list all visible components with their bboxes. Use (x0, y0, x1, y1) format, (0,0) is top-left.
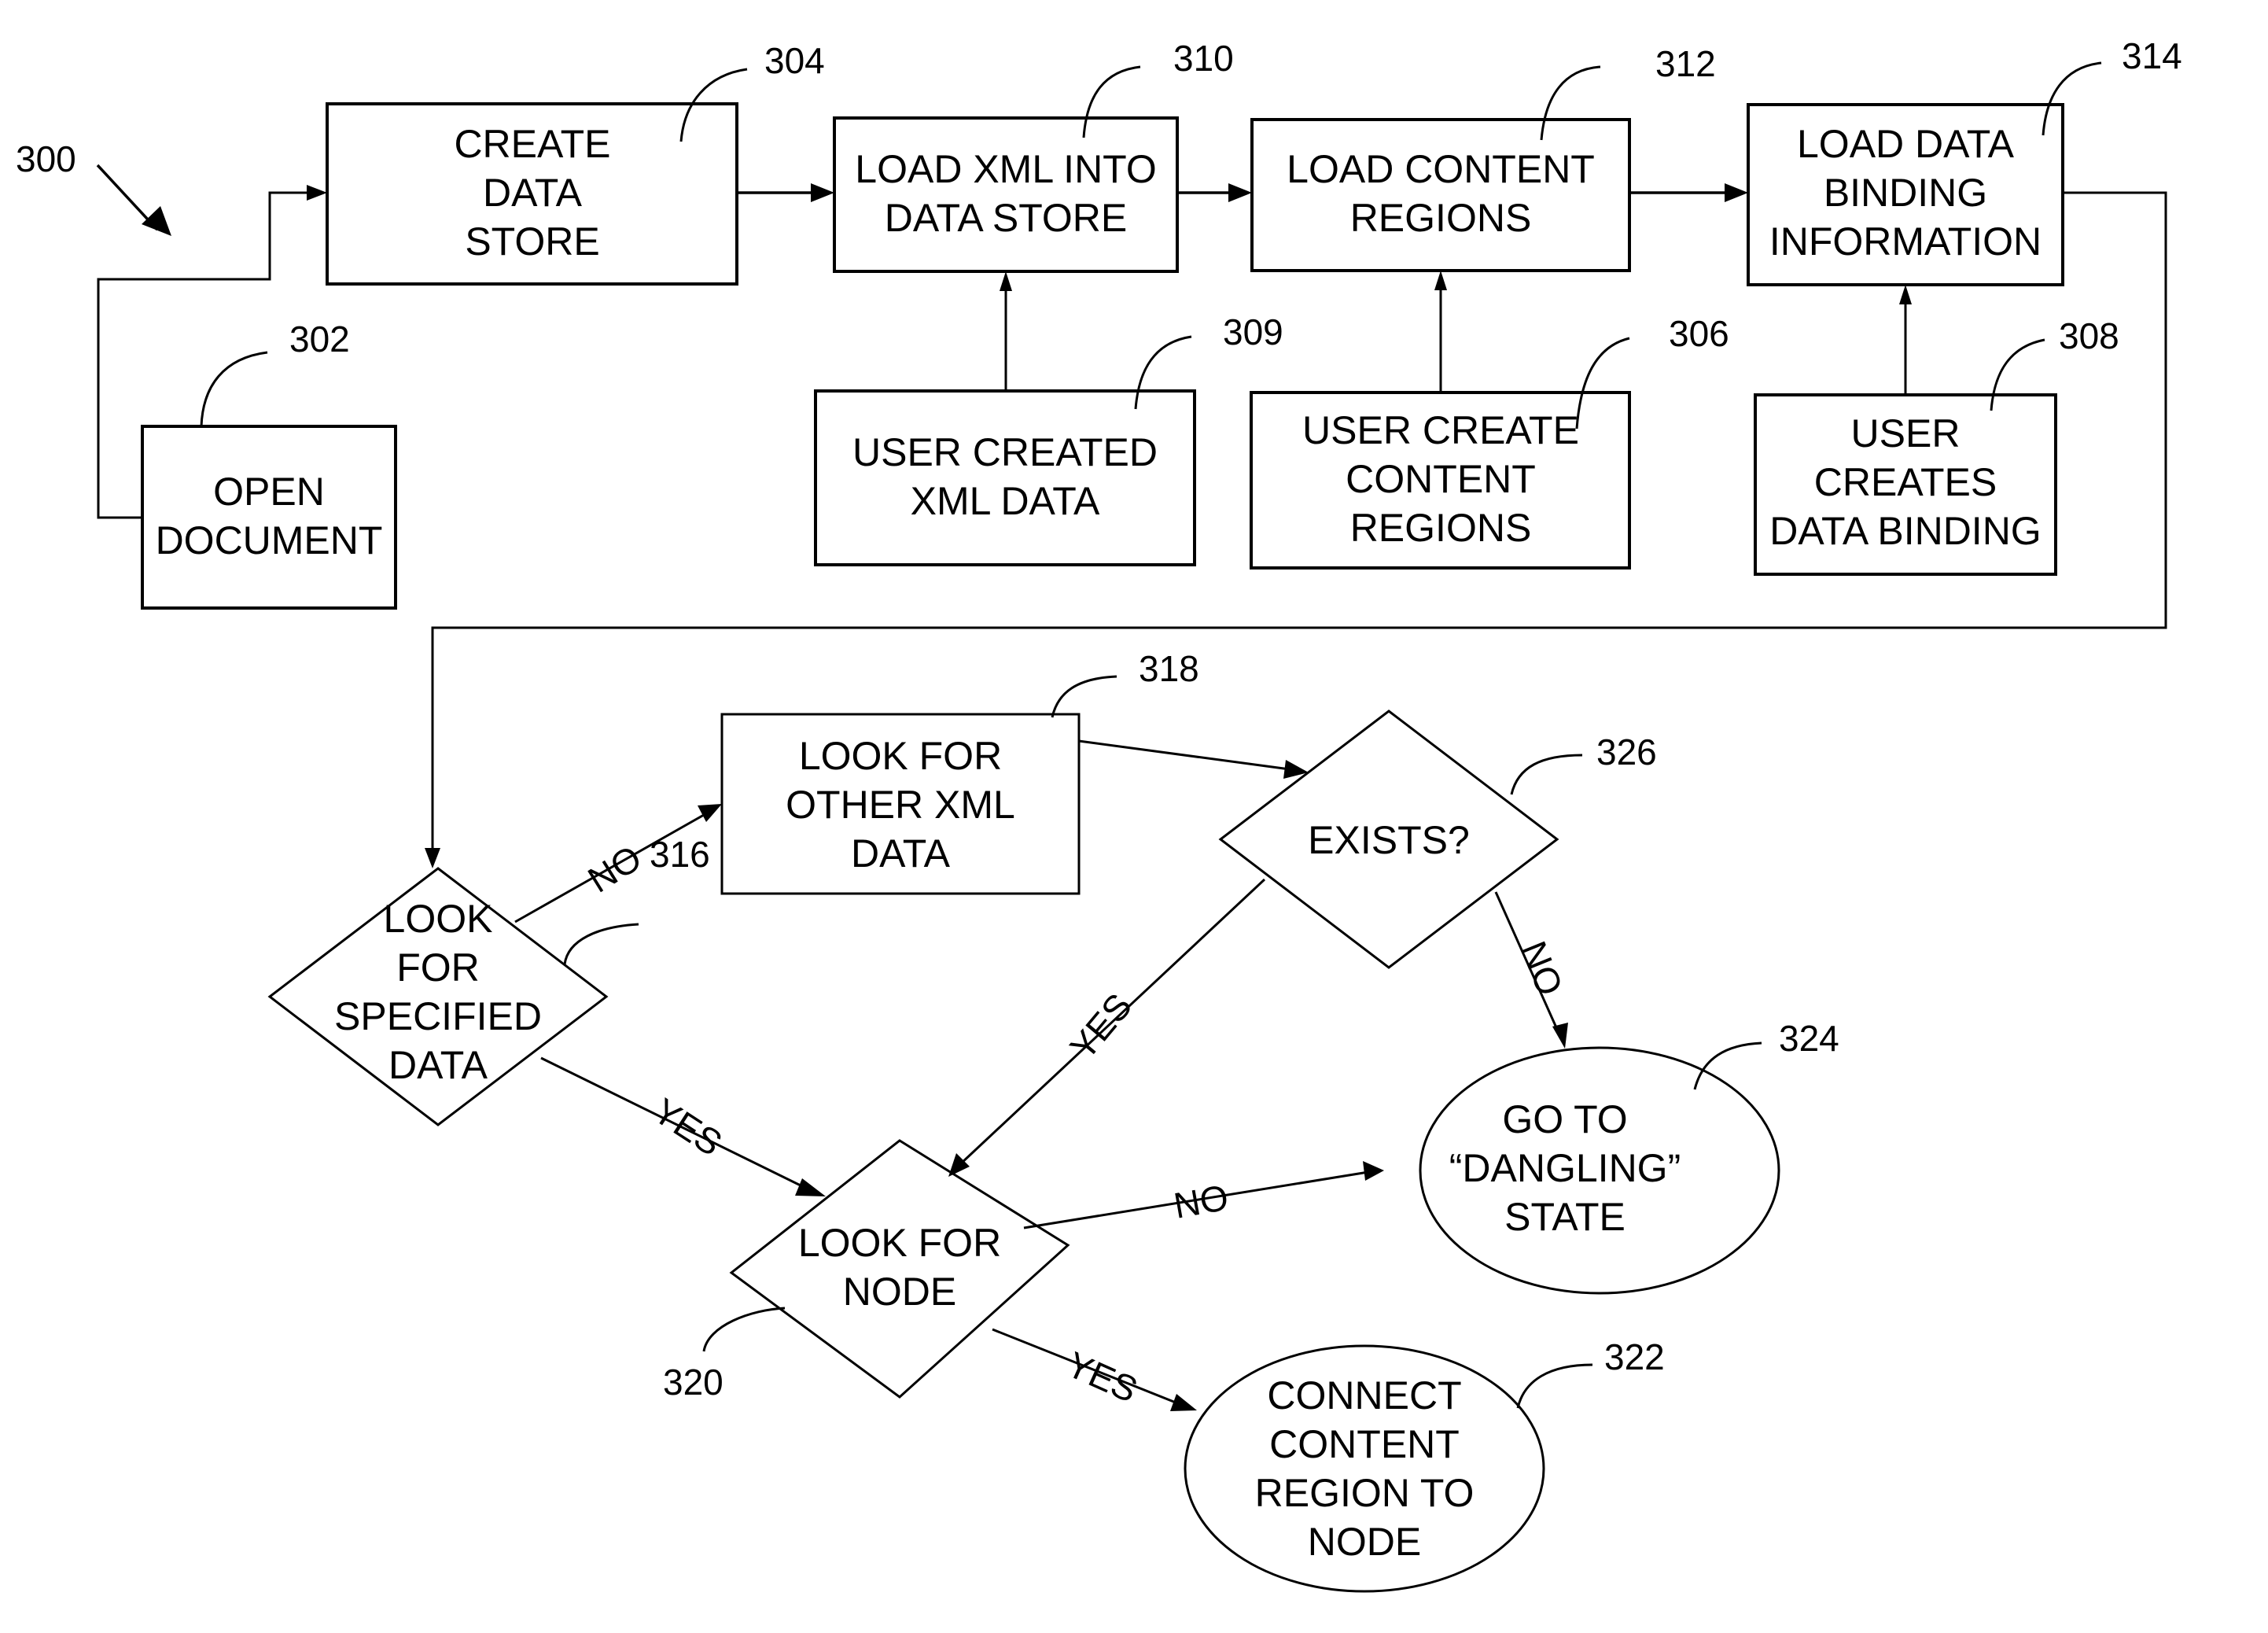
ref-302: 302 (289, 319, 350, 359)
leader-326 (1510, 754, 1583, 795)
node-user-creates-binding: USER CREATES DATA BINDING (1754, 393, 2057, 576)
node-text: NODE (1308, 1520, 1421, 1564)
arrowhead (307, 185, 327, 201)
node-text: OTHER XML (786, 783, 1015, 827)
node-text: REGION TO (1255, 1471, 1475, 1515)
arrowhead (811, 183, 834, 202)
node-user-created-xml: USER CREATED XML DATA (814, 389, 1196, 566)
edge-label-node-no: NO (1171, 1177, 1232, 1226)
node-text: INFORMATION (1769, 219, 2042, 264)
node-load-xml: LOAD XML INTO DATA STORE (833, 116, 1179, 273)
ref-326: 326 (1596, 732, 1657, 772)
node-text: CREATES (1814, 460, 1997, 504)
node-load-content-regions: LOAD CONTENT REGIONS (1250, 118, 1631, 272)
arrowhead (795, 1178, 826, 1196)
node-look-node: LOOK FOR NODE (729, 1139, 1070, 1399)
node-text: CREATE (454, 122, 610, 166)
ref-320: 320 (663, 1362, 723, 1403)
node-text: STORE (465, 219, 599, 264)
leader-322 (1516, 1363, 1593, 1409)
node-load-data-binding: LOAD DATA BINDING INFORMATION (1747, 103, 2064, 286)
node-text: LOOK (384, 897, 493, 941)
node-text: DATA (388, 1043, 488, 1087)
arrowhead (1363, 1161, 1384, 1181)
edge-label-specified-no: NO (580, 837, 648, 901)
node-text: XML DATA (911, 479, 1100, 523)
node-text: REGIONS (1350, 196, 1532, 240)
node-text: LOAD DATA (1797, 122, 2015, 166)
leader-324 (1693, 1041, 1762, 1090)
node-exists: EXISTS? (1218, 710, 1559, 969)
node-text: USER (1851, 411, 1961, 455)
arrowhead (1170, 1394, 1197, 1411)
ref-306: 306 (1669, 313, 1729, 354)
node-text: LOOK FOR (798, 1221, 1001, 1265)
node-text: DOCUMENT (156, 518, 383, 562)
node-text: NODE (843, 1270, 956, 1314)
edge-other-to-exists (1078, 739, 1290, 771)
leader-302 (200, 351, 268, 427)
node-text: OPEN (213, 470, 325, 514)
ref-324: 324 (1779, 1018, 1839, 1059)
arrowhead (1434, 271, 1447, 290)
node-text: EXISTS? (1308, 818, 1470, 862)
figure-pointer-arrowhead (142, 206, 171, 236)
ref-308: 308 (2059, 315, 2119, 356)
arrowhead (698, 804, 722, 822)
ref-318: 318 (1139, 648, 1199, 689)
node-text: “DANGLING” (1449, 1146, 1681, 1190)
node-text: STATE (1504, 1195, 1626, 1239)
arrowhead (1552, 1023, 1568, 1049)
arrowhead (948, 1153, 970, 1177)
node-open-document: OPEN DOCUMENT (141, 425, 397, 610)
ref-312: 312 (1655, 43, 1716, 84)
ref-310: 310 (1173, 38, 1234, 79)
leader-316 (563, 923, 639, 965)
node-text: FOR (396, 946, 480, 990)
node-text: CONNECT (1267, 1373, 1461, 1417)
node-dangling: GO TO “DANGLING” STATE (1419, 1046, 1780, 1295)
figure-number: 300 (16, 138, 76, 179)
node-text: DATA BINDING (1769, 509, 2041, 553)
node-connect: CONNECT CONTENT REGION TO NODE (1184, 1344, 1545, 1593)
node-text: USER CREATE (1302, 408, 1579, 452)
node-look-specified: LOOK FOR SPECIFIED DATA (267, 867, 609, 1126)
edge-label-exists-no: NO (1513, 935, 1571, 1001)
arrowhead (425, 848, 440, 868)
node-text: CONTENT (1346, 457, 1536, 501)
ref-314: 314 (2122, 35, 2182, 76)
node-text: DATA STORE (885, 196, 1127, 240)
node-text: DATA (483, 171, 583, 215)
node-text: SPECIFIED (334, 994, 542, 1038)
node-text: BINDING (1824, 171, 1987, 215)
node-text: CONTENT (1269, 1422, 1460, 1466)
ref-304: 304 (764, 40, 825, 81)
ref-322: 322 (1604, 1336, 1665, 1377)
edge-label-specified-yes: YES (646, 1090, 730, 1164)
leader-318 (1051, 675, 1117, 718)
node-text: DATA (851, 831, 951, 875)
node-text: GO TO (1502, 1097, 1627, 1141)
node-text: LOAD XML INTO (855, 147, 1156, 191)
node-text: LOOK FOR (799, 734, 1002, 778)
ref-309: 309 (1223, 311, 1283, 352)
edge-label-node-yes: YES (1061, 1344, 1143, 1410)
leader-320 (702, 1307, 786, 1352)
node-text: USER CREATED (852, 430, 1158, 474)
flowchart-300: 300 CREATE DATA STORE 304 LOAD XML INTO … (16, 35, 2182, 1593)
arrowhead (1899, 285, 1912, 304)
edge-label-exists-yes: YES (1062, 986, 1140, 1067)
node-text: LOAD CONTENT (1287, 147, 1595, 191)
node-text: REGIONS (1350, 506, 1532, 550)
arrowhead (1228, 183, 1252, 202)
node-user-create-regions: USER CREATE CONTENT REGIONS (1250, 391, 1631, 570)
arrowhead (1725, 183, 1748, 202)
node-look-other-xml: LOOK FOR OTHER XML DATA (720, 713, 1081, 895)
arrowhead (1000, 271, 1012, 291)
node-create-data-store: CREATE DATA STORE (326, 102, 738, 286)
